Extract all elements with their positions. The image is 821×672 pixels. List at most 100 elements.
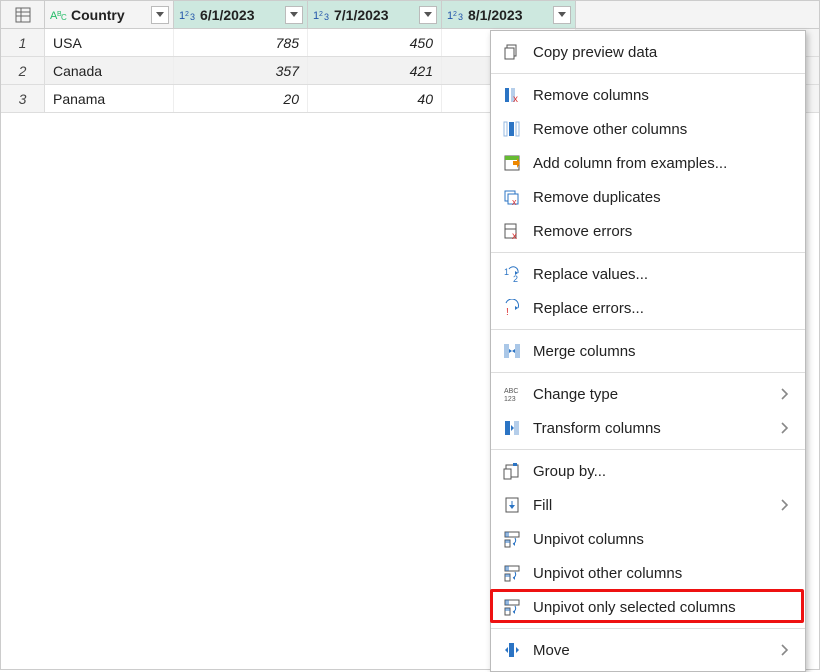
svg-text:2: 2 <box>513 274 518 283</box>
svg-text:3: 3 <box>458 12 463 22</box>
column-filter-button[interactable] <box>419 6 437 24</box>
text-type-icon[interactable]: ABC <box>49 8 69 22</box>
menu-item-transform[interactable]: Transform columns <box>491 411 805 445</box>
remove-col-icon: x <box>501 86 523 104</box>
svg-text:x: x <box>512 197 517 206</box>
svg-text:123: 123 <box>504 396 516 403</box>
menu-separator <box>491 372 805 373</box>
menu-item-unpivot-selected[interactable]: Unpivot only selected columns <box>491 590 805 624</box>
svg-text:x: x <box>512 231 517 240</box>
menu-item-remove-cols[interactable]: x Remove columns <box>491 78 805 112</box>
menu-item-add-example[interactable]: Add column from examples... <box>491 146 805 180</box>
replace-val-icon: 12 <box>501 265 523 283</box>
column-label: 7/1/2023 <box>334 7 415 23</box>
menu-item-move[interactable]: Move <box>491 633 805 667</box>
menu-item-fill[interactable]: Fill <box>491 488 805 522</box>
svg-text:3: 3 <box>324 12 329 22</box>
column-label: 8/1/2023 <box>468 7 549 23</box>
menu-item-label: Merge columns <box>533 343 777 360</box>
menu-item-unpivot[interactable]: Unpivot columns <box>491 522 805 556</box>
menu-item-label: Remove errors <box>533 223 777 240</box>
column-filter-button[interactable] <box>553 6 571 24</box>
svg-text:2: 2 <box>453 11 457 18</box>
svg-text:2: 2 <box>185 11 189 18</box>
menu-item-copy-preview[interactable]: Copy preview data <box>491 35 805 69</box>
menu-item-label: Remove columns <box>533 87 777 104</box>
menu-item-label: Remove other columns <box>533 121 777 138</box>
unpivot-sel-icon <box>501 598 523 616</box>
menu-item-label: Change type <box>533 386 777 403</box>
menu-item-group-by[interactable]: Group by... <box>491 454 805 488</box>
change-type-icon: ABC123 <box>501 385 523 403</box>
cell[interactable]: 357 <box>174 57 308 84</box>
merge-icon <box>501 342 523 360</box>
menu-item-label: Move <box>533 642 777 659</box>
cell[interactable]: Panama <box>45 85 174 112</box>
menu-item-remove-dup[interactable]: x Remove duplicates <box>491 180 805 214</box>
move-icon <box>501 641 523 659</box>
unpivot-icon <box>501 530 523 548</box>
cell[interactable]: 40 <box>308 85 442 112</box>
replace-err-icon: ! <box>501 299 523 317</box>
column-header-0[interactable]: ABCCountry <box>45 1 174 28</box>
svg-text:x: x <box>513 94 518 104</box>
svg-text:C: C <box>61 13 67 22</box>
menu-item-label: Replace values... <box>533 266 777 283</box>
menu-separator <box>491 252 805 253</box>
submenu-arrow-icon <box>777 388 793 400</box>
row-number[interactable]: 3 <box>1 85 45 112</box>
menu-separator <box>491 628 805 629</box>
menu-item-label: Unpivot only selected columns <box>533 599 777 616</box>
menu-item-label: Replace errors... <box>533 300 777 317</box>
menu-item-label: Unpivot other columns <box>533 565 777 582</box>
menu-item-replace-err[interactable]: ! Replace errors... <box>491 291 805 325</box>
number-type-icon[interactable]: 123 <box>178 8 198 22</box>
cell[interactable]: Canada <box>45 57 174 84</box>
menu-separator <box>491 329 805 330</box>
add-example-icon <box>501 154 523 172</box>
column-header-1[interactable]: 1236/1/2023 <box>174 1 308 28</box>
menu-item-unpivot-other[interactable]: Unpivot other columns <box>491 556 805 590</box>
submenu-arrow-icon <box>777 422 793 434</box>
cell[interactable]: 20 <box>174 85 308 112</box>
svg-text:3: 3 <box>190 12 195 22</box>
cell[interactable]: 421 <box>308 57 442 84</box>
fill-icon <box>501 496 523 514</box>
menu-item-label: Copy preview data <box>533 44 777 61</box>
column-filter-button[interactable] <box>285 6 303 24</box>
remove-other-icon <box>501 120 523 138</box>
row-number[interactable]: 2 <box>1 57 45 84</box>
menu-item-change-type[interactable]: ABC123 Change type <box>491 377 805 411</box>
column-label: Country <box>71 7 147 23</box>
svg-text:!: ! <box>506 307 509 317</box>
cell[interactable]: USA <box>45 29 174 56</box>
select-all-corner[interactable] <box>1 1 45 28</box>
menu-item-remove-other[interactable]: Remove other columns <box>491 112 805 146</box>
group-icon <box>501 462 523 480</box>
column-context-menu: Copy preview data x Remove columns Remove o… <box>490 30 806 672</box>
menu-item-label: Fill <box>533 497 777 514</box>
column-header-2[interactable]: 1237/1/2023 <box>308 1 442 28</box>
svg-text:ABC: ABC <box>504 388 518 395</box>
cell[interactable]: 785 <box>174 29 308 56</box>
submenu-arrow-icon <box>777 644 793 656</box>
number-type-icon[interactable]: 123 <box>312 8 332 22</box>
menu-item-replace-val[interactable]: 12 Replace values... <box>491 257 805 291</box>
svg-text:2: 2 <box>319 11 323 18</box>
column-header-3[interactable]: 1238/1/2023 <box>442 1 576 28</box>
menu-item-remove-err[interactable]: x Remove errors <box>491 214 805 248</box>
column-filter-button[interactable] <box>151 6 169 24</box>
submenu-arrow-icon <box>777 499 793 511</box>
menu-item-label: Transform columns <box>533 420 777 437</box>
menu-item-label: Group by... <box>533 463 777 480</box>
copy-icon <box>501 43 523 61</box>
menu-separator <box>491 449 805 450</box>
menu-item-merge[interactable]: Merge columns <box>491 334 805 368</box>
table-icon <box>15 7 31 23</box>
remove-err-icon: x <box>501 222 523 240</box>
row-number[interactable]: 1 <box>1 29 45 56</box>
number-type-icon[interactable]: 123 <box>446 8 466 22</box>
cell[interactable]: 450 <box>308 29 442 56</box>
remove-dup-icon: x <box>501 188 523 206</box>
menu-item-label: Remove duplicates <box>533 189 777 206</box>
